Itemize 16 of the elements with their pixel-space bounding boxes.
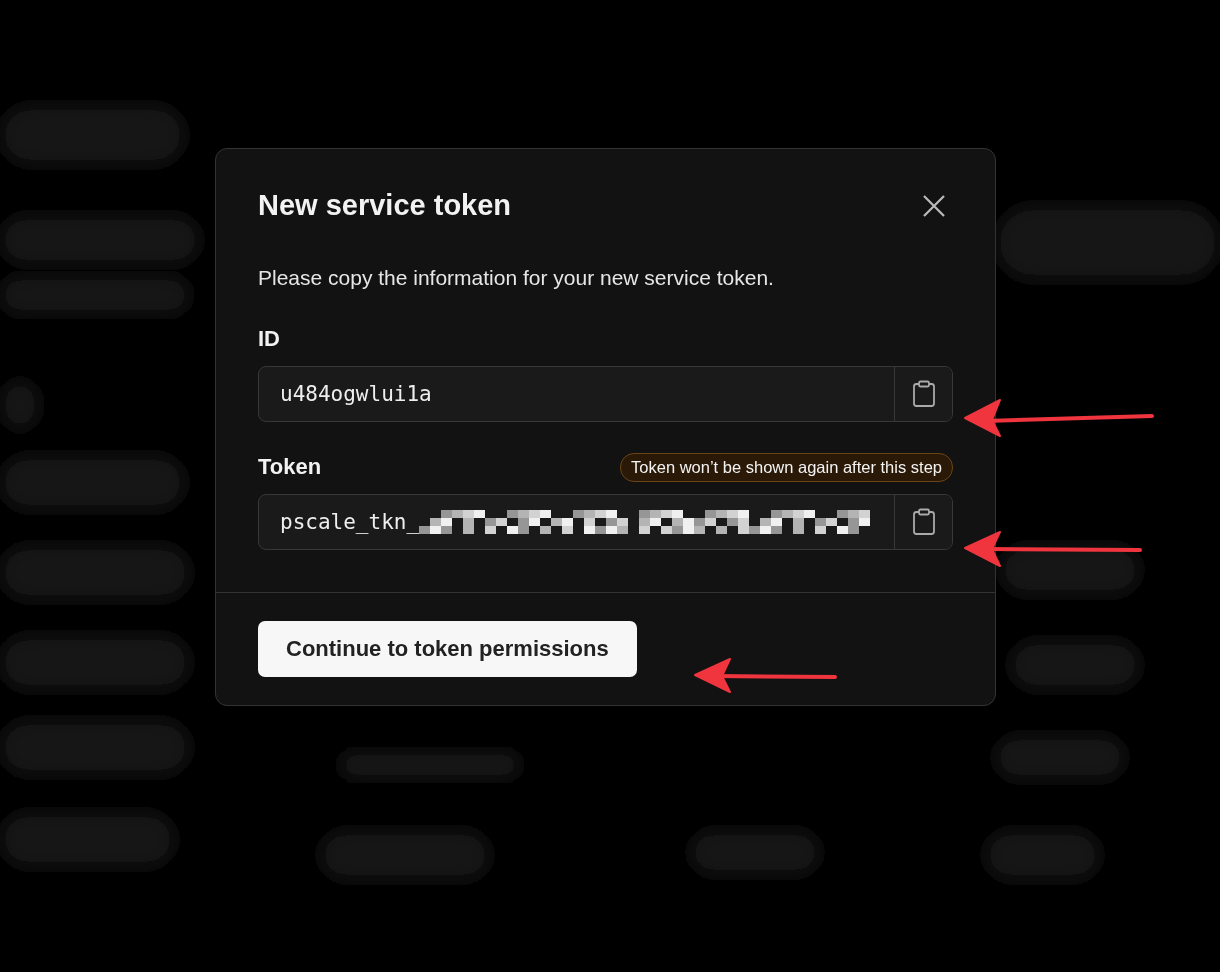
close-button[interactable] (921, 192, 947, 219)
field-label: Token (258, 454, 322, 480)
continue-button[interactable]: Continue to token permissions (258, 621, 637, 677)
field-value: u484ogwlui1a (280, 382, 432, 406)
input-field[interactable]: u484ogwlui1a (258, 366, 953, 422)
dialog-title: New service token (258, 189, 512, 222)
field-label: ID (258, 326, 280, 352)
field-value: pscale_tkn_ (280, 510, 420, 534)
close-icon (921, 192, 947, 219)
copy-button[interactable] (894, 495, 952, 549)
input-field[interactable]: pscale_tkn_ (258, 494, 953, 550)
clipboard-icon (911, 380, 936, 408)
clipboard-icon (911, 508, 936, 536)
dialog-description: Please copy the information for your new service token. (258, 266, 775, 290)
warning-badge: Token won’t be shown again after this step (620, 452, 953, 482)
copy-button[interactable] (894, 367, 952, 421)
